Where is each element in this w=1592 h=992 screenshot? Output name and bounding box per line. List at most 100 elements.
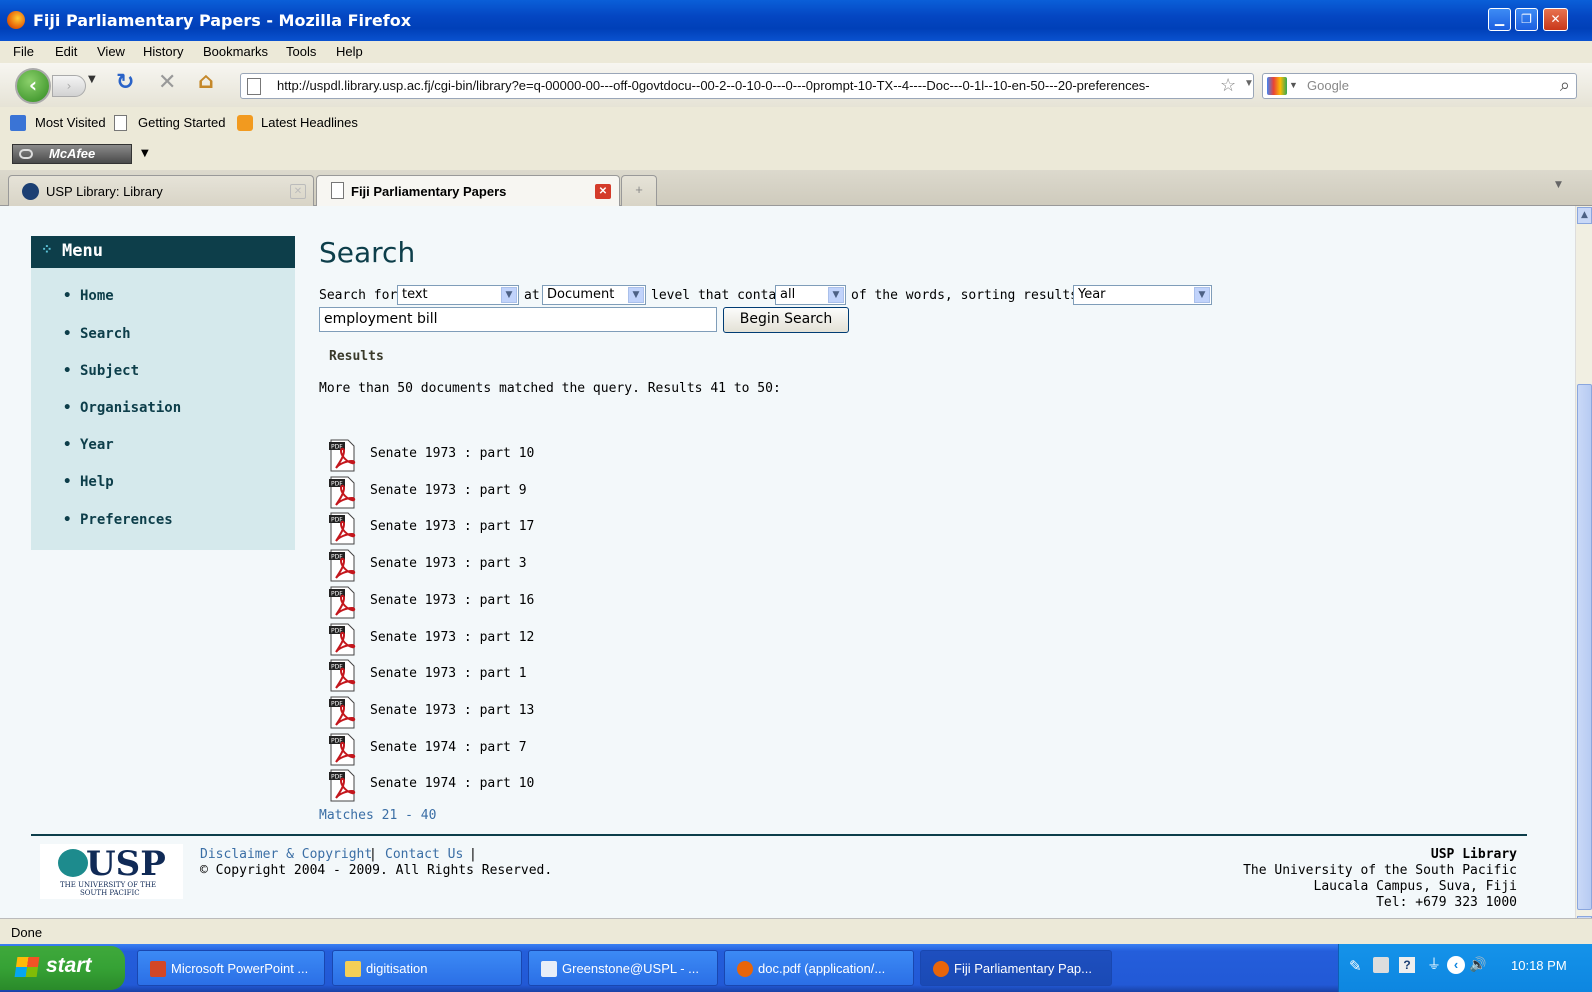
url-dropdown-icon[interactable]: ▼ [1244,78,1253,89]
result-title[interactable]: Senate 1973 : part 17 [370,519,534,534]
result-item[interactable]: PDF Senate 1973 : part 13 [327,696,627,732]
select-value: Document [547,287,615,302]
result-title[interactable]: Senate 1973 : part 10 [370,446,534,461]
pdf-icon[interactable]: PDF [327,659,357,692]
level-select[interactable]: Document ▼ [542,285,646,305]
disclaimer-link[interactable]: Disclaimer & Copyright [200,847,372,862]
result-item[interactable]: PDF Senate 1973 : part 17 [327,512,627,548]
pdf-icon[interactable]: PDF [327,476,357,509]
pdf-icon[interactable]: PDF [327,733,357,766]
network-icon[interactable] [1373,957,1389,973]
taskbar-item-doc-pdf[interactable]: doc.pdf (application/... [724,950,914,986]
result-title[interactable]: Senate 1974 : part 10 [370,776,534,791]
pdf-icon[interactable]: PDF [327,696,357,729]
mcafee-button[interactable]: McAfee [12,144,132,164]
result-title[interactable]: Senate 1973 : part 9 [370,483,527,498]
result-item[interactable]: PDF Senate 1973 : part 16 [327,586,627,622]
start-button[interactable]: start [0,946,125,990]
sort-select[interactable]: Year ▼ [1073,285,1212,305]
menu-file[interactable]: File [13,44,34,59]
begin-search-button[interactable]: Begin Search [723,307,849,333]
bookmark-latest-headlines[interactable]: Latest Headlines [261,115,358,130]
navigation-toolbar: ‹ › ▼ ↻ ✕ ⌂ http://uspdl.library.usp.ac.… [0,63,1592,107]
tab-usp-library[interactable]: USP Library: Library ✕ [8,175,314,206]
help-tray-icon[interactable]: ? [1399,957,1415,973]
stop-icon[interactable]: ✕ [158,70,176,95]
result-title[interactable]: Senate 1973 : part 3 [370,556,527,571]
menu-bookmarks[interactable]: Bookmarks [203,44,268,59]
scroll-up-icon[interactable]: ▲ [1577,207,1592,224]
taskbar-label: Greenstone@USPL - ... [562,961,699,976]
tool-icon[interactable]: ✎ [1349,957,1362,975]
bookmark-getting-started[interactable]: Getting Started [138,115,225,130]
home-icon[interactable]: ⌂ [198,69,214,94]
contain-select[interactable]: all ▼ [775,285,846,305]
menu-history[interactable]: History [143,44,183,59]
tab-close-icon[interactable]: ✕ [595,184,611,199]
maximize-button[interactable]: ❐ [1515,8,1538,31]
taskbar-item-powerpoint[interactable]: Microsoft PowerPoint ... [137,950,325,986]
menu-edit[interactable]: Edit [55,44,77,59]
previous-matches-link[interactable]: Matches 21 - 40 [319,808,436,823]
scroll-thumb[interactable] [1577,384,1592,910]
tab-list-dropdown-icon[interactable]: ▼ [1555,180,1562,190]
chevron-down-icon: ▼ [1194,287,1210,303]
taskbar-item-digitisation[interactable]: digitisation [332,950,522,986]
result-item[interactable]: PDF Senate 1974 : part 7 [327,733,627,769]
start-label: start [46,954,92,977]
contact-us-link[interactable]: Contact Us [385,847,463,862]
windows-taskbar: start Microsoft PowerPoint ... digitisat… [0,944,1592,992]
pdf-icon[interactable]: PDF [327,769,357,802]
new-tab-button[interactable]: + [621,175,657,206]
result-item[interactable]: PDF Senate 1973 : part 9 [327,476,627,512]
google-icon[interactable] [1267,77,1287,95]
result-item[interactable]: PDF Senate 1973 : part 12 [327,623,627,659]
back-button[interactable]: ‹ [15,68,51,104]
reload-icon[interactable]: ↻ [116,70,134,95]
tab-close-icon[interactable]: ✕ [290,184,306,199]
window-titlebar: Fiji Parliamentary Papers - Mozilla Fire… [0,0,1592,41]
plug-icon[interactable]: ⏚ [1427,954,1441,974]
result-item[interactable]: PDF Senate 1973 : part 1 [327,659,627,695]
window-icon [541,961,557,977]
menu-bullet-icon: ⁘ [41,242,53,258]
result-item[interactable]: PDF Senate 1974 : part 10 [327,769,627,805]
bookmark-star-icon[interactable]: ☆ [1220,75,1236,96]
bookmark-most-visited[interactable]: Most Visited [35,115,106,130]
menu-help[interactable]: Help [336,44,363,59]
history-dropdown-icon[interactable]: ▼ [88,74,96,85]
result-title[interactable]: Senate 1973 : part 1 [370,666,527,681]
pdf-icon[interactable]: PDF [327,512,357,545]
query-input[interactable]: employment bill [319,307,717,332]
vertical-scrollbar[interactable]: ▲ ▼ [1575,206,1592,935]
menu-tools[interactable]: Tools [286,44,316,59]
tab-fiji-parliamentary-papers[interactable]: Fiji Parliamentary Papers ✕ [316,175,620,206]
taskbar-item-greenstone[interactable]: Greenstone@USPL - ... [528,950,718,986]
magnifier-icon[interactable]: ⌕ [1560,75,1570,96]
menu-view[interactable]: View [97,44,125,59]
search-engine-dropdown-icon[interactable]: ▼ [1289,80,1298,90]
pdf-icon[interactable]: PDF [327,586,357,619]
close-button[interactable]: ✕ [1543,8,1568,31]
url-bar[interactable]: http://uspdl.library.usp.ac.fj/cgi-bin/l… [240,73,1254,99]
bookmarks-toolbar: Most Visited Getting Started Latest Head… [0,107,1592,137]
minimize-button[interactable]: ▁ [1488,8,1511,31]
forward-button[interactable]: › [52,75,86,97]
result-title[interactable]: Senate 1973 : part 12 [370,630,534,645]
pdf-icon[interactable]: PDF [327,623,357,656]
result-title[interactable]: Senate 1973 : part 16 [370,593,534,608]
result-title[interactable]: Senate 1974 : part 7 [370,740,527,755]
pdf-icon[interactable]: PDF [327,439,357,472]
result-title[interactable]: Senate 1973 : part 13 [370,703,534,718]
taskbar-label: Microsoft PowerPoint ... [171,961,309,976]
tab-label: Fiji Parliamentary Papers [351,184,507,199]
volume-icon[interactable]: 🔊 [1469,956,1486,973]
taskbar-item-fiji-parliamentary[interactable]: Fiji Parliamentary Pap... [920,950,1112,986]
pdf-icon[interactable]: PDF [327,549,357,582]
search-field-select[interactable]: text ▼ [397,285,519,305]
result-item[interactable]: PDF Senate 1973 : part 3 [327,549,627,585]
mcafee-dropdown-icon[interactable]: ▼ [141,148,149,159]
web-search-input[interactable]: ▼ Google ⌕ [1262,73,1577,99]
tray-expand-icon[interactable]: ‹ [1447,956,1465,974]
result-item[interactable]: PDF Senate 1973 : part 10 [327,439,627,475]
